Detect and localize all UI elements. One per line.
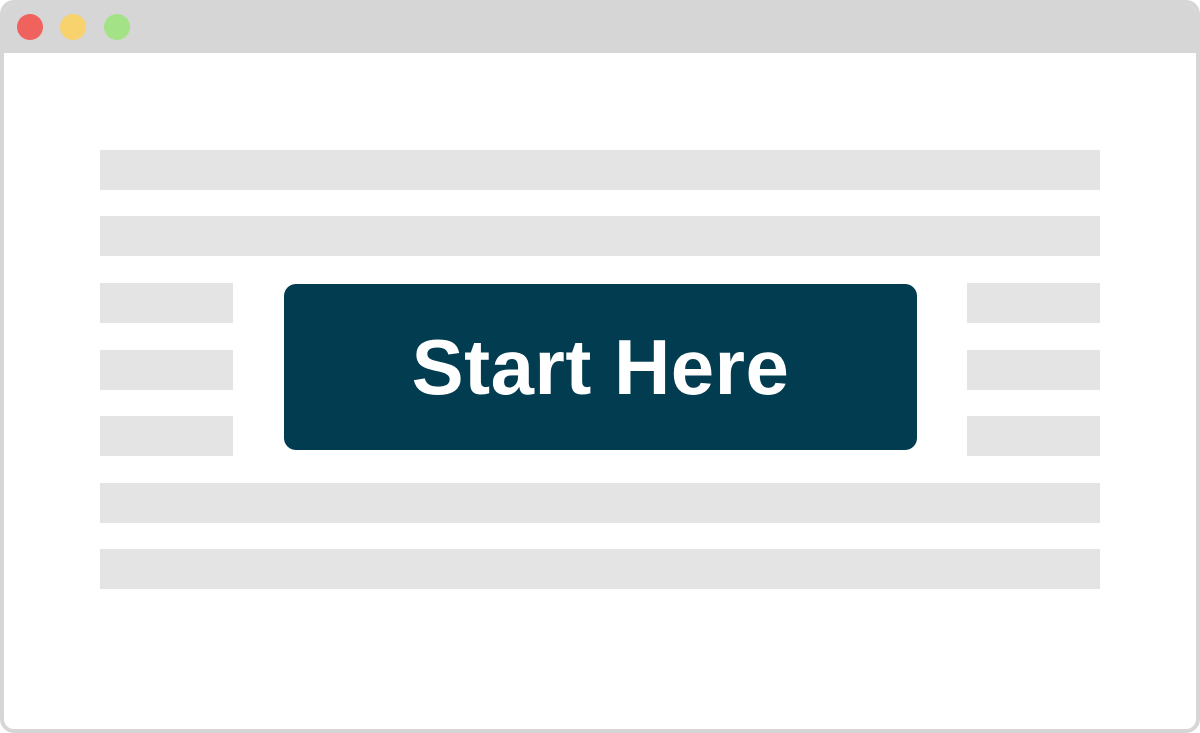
placeholder-text-line [967, 350, 1100, 390]
placeholder-text-line [100, 549, 1100, 589]
placeholder-text-line [100, 350, 233, 390]
window-titlebar [4, 4, 1196, 53]
maximize-icon[interactable] [104, 14, 130, 40]
placeholder-text-line [100, 216, 1100, 256]
start-here-button[interactable]: Start Here [284, 284, 917, 450]
minimize-icon[interactable] [60, 14, 86, 40]
placeholder-text-line [100, 150, 1100, 190]
close-icon[interactable] [17, 14, 43, 40]
browser-window: Start Here [0, 0, 1200, 733]
placeholder-text-line [100, 483, 1100, 523]
placeholder-text-line [100, 283, 233, 323]
placeholder-text-line [100, 416, 233, 456]
placeholder-text-line [967, 416, 1100, 456]
placeholder-text-line [967, 283, 1100, 323]
